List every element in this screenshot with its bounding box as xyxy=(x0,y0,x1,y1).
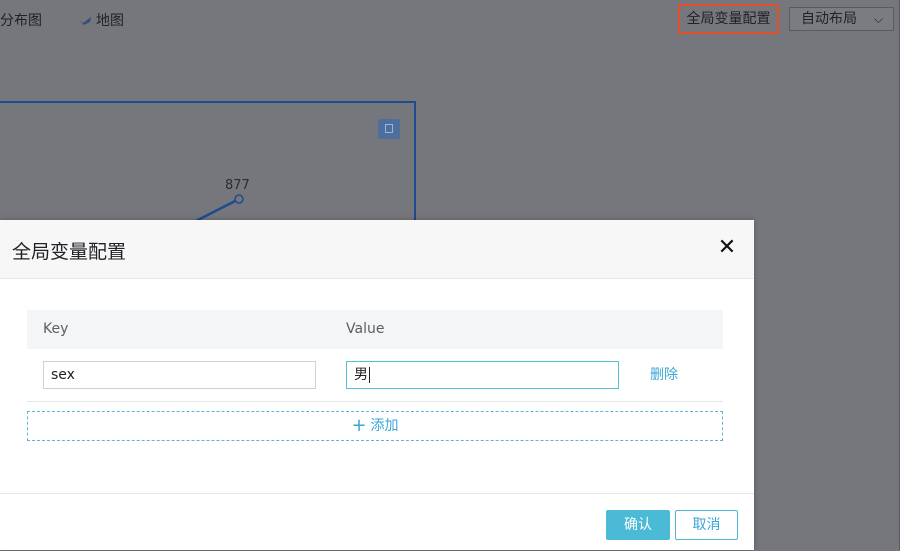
close-icon[interactable]: ✕ xyxy=(716,237,738,259)
add-variable-button[interactable]: + 添加 xyxy=(27,411,723,441)
value-input[interactable]: 男 xyxy=(346,361,619,389)
dialog-header: 全局变量配置 ✕ xyxy=(0,220,754,279)
delete-row-link[interactable]: 删除 xyxy=(650,364,678,384)
variable-table-header: Key Value xyxy=(27,310,723,349)
dialog-footer: 确认 取消 xyxy=(0,493,754,551)
key-input[interactable]: sex xyxy=(43,361,316,389)
plus-icon: + xyxy=(351,415,367,436)
key-input-value: sex xyxy=(51,367,75,383)
graph-node xyxy=(234,194,244,204)
column-header-key: Key xyxy=(43,321,69,337)
graph-edge xyxy=(195,198,238,223)
add-variable-label: 添加 xyxy=(370,418,399,434)
value-input-value: 男 xyxy=(354,367,368,383)
global-variable-dialog: 全局变量配置 ✕ Key Value sex 男 删除 + 添加 确认 取消 xyxy=(0,220,754,550)
dialog-title: 全局变量配置 xyxy=(12,241,127,263)
cancel-button[interactable]: 取消 xyxy=(675,510,738,540)
column-header-value: Value xyxy=(346,321,385,337)
confirm-button[interactable]: 确认 xyxy=(606,510,670,540)
variable-row: sex 男 删除 xyxy=(27,350,723,402)
text-caret xyxy=(369,367,370,383)
